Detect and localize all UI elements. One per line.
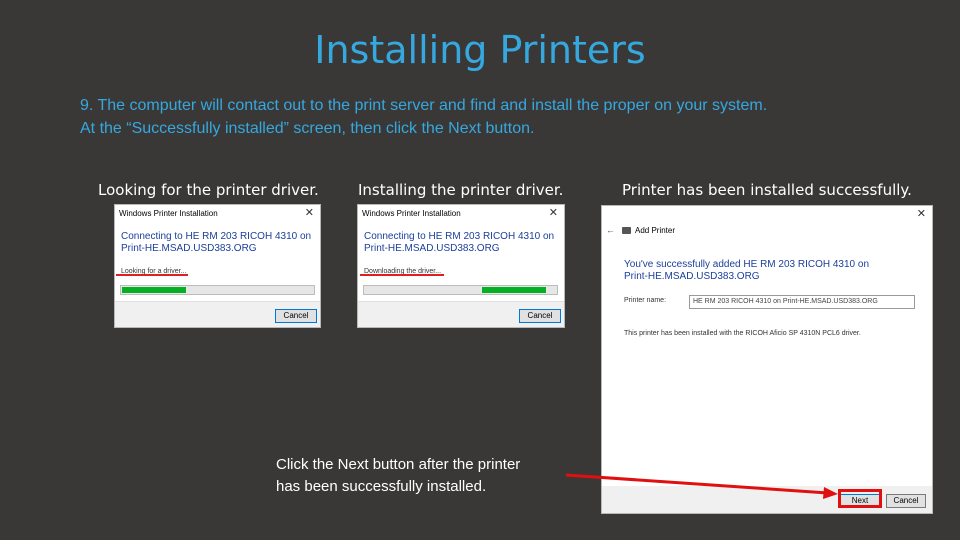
- arrow-line: [565, 473, 829, 495]
- arrow-head: [823, 487, 838, 499]
- pointer-arrow: [565, 473, 838, 499]
